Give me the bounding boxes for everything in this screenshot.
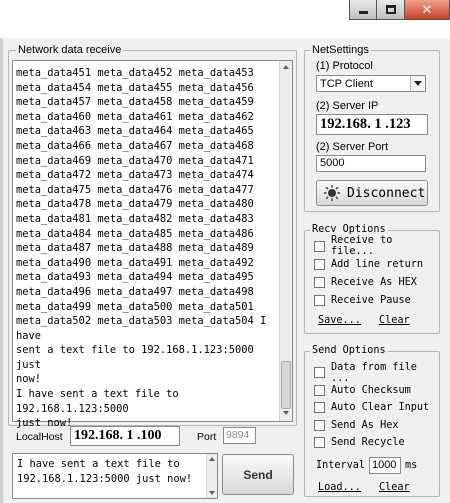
send-option[interactable]: Send As Hex (314, 417, 438, 435)
receive-line: meta_data493 meta_data494 meta_data495 (16, 271, 254, 284)
recv-option[interactable]: Add line return (314, 255, 438, 273)
close-button[interactable]: ✕ (405, 0, 450, 20)
receive-line: meta_data478 meta_data479 meta_data480 (16, 198, 254, 211)
minimize-button[interactable] (349, 0, 377, 20)
send-checkbox[interactable] (314, 384, 325, 396)
send-scroll-down-icon[interactable] (209, 491, 215, 495)
recv-option[interactable]: Receive Pause (314, 292, 438, 310)
window-frame-edge (0, 38, 3, 503)
maximize-icon (385, 5, 396, 14)
recv-save-button[interactable]: Save... (318, 315, 361, 326)
send-option-label: Data from file ... (331, 361, 417, 384)
recv-options-legend: Recv Options (310, 223, 388, 236)
window-controls: ✕ (349, 0, 450, 20)
receive-line: meta_data481 meta_data482 meta_data483 (16, 212, 254, 225)
interval-label: Interval (316, 460, 366, 471)
receive-line: meta_data499 meta_data500 meta_data501 (16, 300, 254, 313)
send-scrollbar[interactable] (206, 454, 217, 498)
receive-line: meta_data457 meta_data458 meta_data459 (16, 96, 254, 109)
receive-line: meta_data475 meta_data476 meta_data477 (16, 183, 254, 196)
send-option[interactable]: Auto Clear Input (314, 399, 438, 417)
recv-option-label: Add line return (331, 258, 424, 270)
send-options-legend: Send Options (310, 344, 388, 357)
send-options-list: Data from file ... Auto Checksum Auto Clea… (314, 361, 438, 452)
protocol-value: TCP Client (320, 77, 373, 90)
server-port-label: (2) Server Port (316, 141, 389, 153)
localhost-label: LocalHost (16, 431, 63, 443)
interval-unit: ms (405, 460, 418, 471)
send-clear-button[interactable]: Clear (379, 482, 410, 493)
connection-status-icon (324, 185, 340, 201)
receive-line: meta_data490 meta_data491 meta_data492 (16, 256, 254, 269)
receive-line: meta_data466 meta_data467 meta_data468 (16, 139, 254, 152)
send-option[interactable]: Auto Checksum (314, 382, 438, 400)
send-option[interactable]: Send Recycle (314, 434, 438, 452)
localhost-ip-field[interactable]: 192.168. 1 .100 (70, 426, 180, 446)
scroll-thumb[interactable] (281, 361, 291, 409)
receive-line: meta_data460 meta_data461 meta_data462 (16, 110, 254, 123)
local-port-field[interactable]: 9894 (223, 427, 256, 444)
receive-line: meta_data463 meta_data464 meta_data465 (16, 125, 254, 138)
protocol-label: (1) Protocol (316, 60, 373, 72)
recv-options-list: Receive to file... Add line return Receive… (314, 235, 438, 310)
receive-line: meta_data451 meta_data452 meta_data453 (16, 67, 254, 79)
send-button[interactable]: Send (222, 454, 294, 495)
receive-line: meta_data469 meta_data470 meta_data471 (16, 154, 254, 167)
chevron-down-icon[interactable] (410, 76, 425, 91)
send-option[interactable]: Data from file ... (314, 361, 438, 384)
minimize-icon (358, 11, 368, 14)
receive-line: meta_data472 meta_data473 meta_data474 (16, 169, 254, 182)
send-checkbox[interactable] (314, 402, 325, 414)
receive-line: I have sent a text file to 192.168.1.123… (16, 388, 185, 415)
receive-line: meta_data487 meta_data488 meta_data489 (16, 242, 254, 255)
netsettings-legend: NetSettings (310, 44, 371, 57)
scroll-up-icon[interactable] (283, 65, 289, 69)
server-ip-field[interactable]: 192.168. 1 .123 (316, 114, 428, 135)
server-ip-label: (2) Server IP (316, 100, 379, 112)
send-load-button[interactable]: Load... (318, 482, 361, 493)
receive-legend: Network data receive (16, 44, 124, 57)
recv-option[interactable]: Receive As HEX (314, 273, 438, 291)
send-option-label: Auto Checksum (331, 384, 411, 396)
recv-option[interactable]: Receive to file... (314, 235, 438, 258)
interval-field[interactable]: 1000 (369, 457, 401, 474)
send-textarea[interactable]: I have sent a text file to 192.168.1.123… (12, 453, 218, 499)
recv-option-label: Receive As HEX (331, 276, 417, 288)
send-scroll-up-icon[interactable] (209, 457, 215, 461)
receive-line: meta_data496 meta_data497 meta_data498 (16, 285, 254, 298)
maximize-button[interactable] (377, 0, 405, 20)
receive-line: sent a text file to 192.168.1.123:5000 j… (16, 344, 260, 371)
recv-checkbox[interactable] (314, 276, 325, 288)
send-option-label: Send As Hex (331, 419, 399, 431)
send-option-label: Auto Clear Input (331, 402, 430, 414)
recv-option-label: Receive Pause (331, 295, 411, 307)
send-option-label: Send Recycle (331, 437, 405, 449)
recv-clear-button[interactable]: Clear (379, 315, 410, 326)
protocol-select[interactable]: TCP Client (316, 75, 426, 92)
close-icon: ✕ (421, 1, 433, 17)
receive-line: meta_data454 meta_data455 meta_data456 (16, 81, 254, 94)
recv-checkbox[interactable] (314, 295, 325, 307)
recv-checkbox[interactable] (314, 258, 325, 270)
send-checkbox[interactable] (314, 437, 325, 449)
disconnect-label: Disconnect (347, 185, 426, 201)
send-checkbox[interactable] (314, 367, 325, 379)
receive-line: meta_data502 meta_data503 meta_data504 I… (16, 315, 273, 342)
scroll-down-icon[interactable] (283, 411, 289, 415)
port-label: Port (197, 431, 217, 443)
recv-checkbox[interactable] (314, 240, 325, 252)
send-checkbox[interactable] (314, 419, 325, 431)
receive-scrollbar[interactable] (279, 61, 292, 421)
recv-option-label: Receive to file... (331, 235, 393, 258)
receive-line: meta_data484 meta_data485 meta_data486 (16, 227, 254, 240)
receive-line: now! (16, 373, 42, 386)
disconnect-button[interactable]: Disconnect (316, 180, 428, 206)
server-port-field[interactable]: 5000 (316, 155, 426, 172)
receive-text: meta_data451 meta_data452 meta_data453me… (16, 66, 278, 431)
